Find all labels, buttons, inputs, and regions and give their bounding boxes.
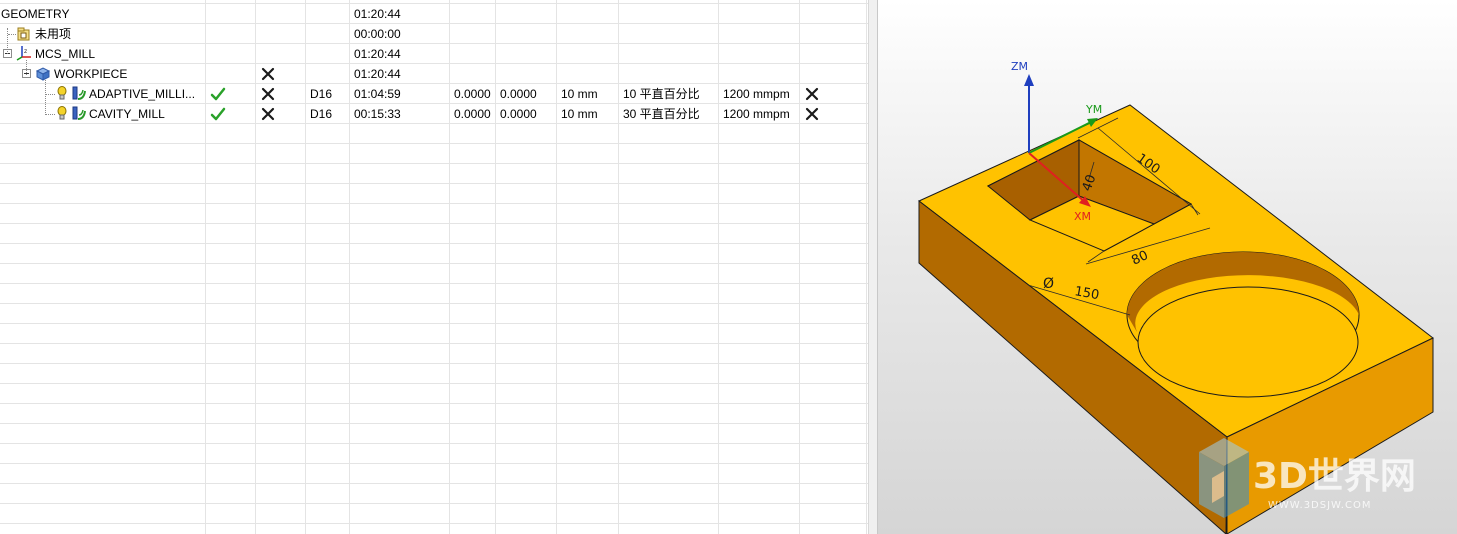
empty-row	[0, 304, 868, 324]
panel-splitter[interactable]	[868, 0, 878, 534]
stepover-cell: 10 平直百分比	[623, 87, 700, 101]
tree-connector	[8, 34, 16, 35]
stock-wall-cell: 0.0000	[454, 107, 491, 121]
empty-row	[0, 264, 868, 284]
tool-cell: D16	[310, 87, 333, 101]
tree-row-adaptive-milling[interactable]: ADAPTIVE_MILLI... D16 01:04:59 0.0000 0.…	[0, 84, 868, 104]
empty-row	[0, 144, 868, 164]
empty-row	[0, 184, 868, 204]
empty-row	[0, 344, 868, 364]
operation-navigator: GEOMETRY 01:20:44 未用项 00:00:00 z MCS_MIL…	[0, 0, 868, 534]
tree-connector	[26, 60, 27, 75]
time-cell: 01:20:44	[354, 67, 401, 81]
time-cell: 01:20:44	[354, 7, 401, 21]
regen-cross-icon	[260, 86, 276, 102]
part-model: 100 40 80 Ø 150 ZM YM XM 3D世界网 WWW.3DSJW…	[918, 60, 1434, 534]
empty-row	[0, 504, 868, 524]
regen-cross-icon	[260, 106, 276, 122]
status-check-icon	[210, 106, 226, 122]
tool-cell: D16	[310, 107, 333, 121]
node-name: ADAPTIVE_MILLI...	[89, 87, 196, 101]
node-name: GEOMETRY	[1, 7, 70, 21]
tree-connector	[7, 28, 8, 54]
cross-icon	[804, 106, 820, 122]
stock-floor-cell: 0.0000	[500, 107, 537, 121]
node-name: WORKPIECE	[54, 67, 128, 81]
unused-folder-icon	[16, 26, 32, 42]
cavity-mill-icon	[70, 105, 86, 121]
empty-row	[0, 444, 868, 464]
tree-connector	[46, 114, 55, 115]
empty-row	[0, 244, 868, 264]
stepover-cell: 30 平直百分比	[623, 107, 700, 121]
empty-row	[0, 404, 868, 424]
tree-connector	[46, 94, 55, 95]
node-name: 未用项	[35, 27, 72, 41]
adaptive-milling-icon	[70, 85, 86, 101]
tree-row-unused-items[interactable]: 未用项 00:00:00	[0, 24, 868, 44]
graphics-viewport[interactable]: 100 40 80 Ø 150 ZM YM XM 3D世界网 WWW.3DSJW…	[878, 0, 1457, 534]
status-check-icon	[210, 86, 226, 102]
step-cell: 10 mm	[561, 107, 598, 121]
mcs-axes-icon: z	[16, 45, 32, 61]
stock-wall-cell: 0.0000	[454, 87, 491, 101]
tree-row-cavity-mill[interactable]: CAVITY_MILL D16 00:15:33 0.0000 0.0000 1…	[0, 104, 868, 124]
time-cell: 01:20:44	[354, 47, 401, 61]
axis-label-zm: ZM	[1011, 60, 1028, 73]
tree-row-geometry[interactable]: GEOMETRY 01:20:44	[0, 4, 868, 24]
feed-cell: 1200 mmpm	[723, 107, 790, 121]
tree-connector	[45, 80, 46, 115]
empty-row	[0, 124, 868, 144]
warning-bulb-icon	[55, 106, 71, 122]
empty-row	[0, 224, 868, 244]
svg-text:z: z	[24, 48, 27, 55]
cross-icon	[804, 86, 820, 102]
hole-floor	[1137, 286, 1359, 398]
empty-row	[0, 484, 868, 504]
node-name: CAVITY_MILL	[89, 107, 165, 121]
empty-row	[0, 424, 868, 444]
empty-row	[0, 524, 868, 534]
axis-label-ym: YM	[1085, 103, 1102, 116]
tree-row-mcs-mill[interactable]: z MCS_MILL 01:20:44	[0, 44, 868, 64]
z-axis-arrow	[1024, 74, 1034, 86]
watermark-brand: 3D世界网	[1253, 456, 1416, 497]
empty-row	[0, 324, 868, 344]
warning-bulb-icon	[55, 86, 71, 102]
tree-row-workpiece[interactable]: WORKPIECE 01:20:44	[0, 64, 868, 84]
time-cell: 00:15:33	[354, 107, 401, 121]
step-cell: 10 mm	[561, 87, 598, 101]
empty-row	[0, 164, 868, 184]
diameter-symbol: Ø	[1043, 276, 1054, 292]
empty-row	[0, 464, 868, 484]
empty-row	[0, 284, 868, 304]
watermark-url: WWW.3DSJW.COM	[1268, 500, 1371, 511]
empty-row	[0, 204, 868, 224]
feed-cell: 1200 mmpm	[723, 87, 790, 101]
stock-floor-cell: 0.0000	[500, 87, 537, 101]
time-cell: 00:00:00	[354, 27, 401, 41]
time-cell: 01:04:59	[354, 87, 401, 101]
empty-row	[0, 364, 868, 384]
axis-label-xm: XM	[1074, 210, 1091, 223]
empty-row	[0, 384, 868, 404]
regen-cross-icon	[260, 66, 276, 82]
node-name: MCS_MILL	[35, 47, 96, 61]
workpiece-icon	[35, 66, 51, 82]
watermark-logo-icon	[1199, 438, 1249, 518]
